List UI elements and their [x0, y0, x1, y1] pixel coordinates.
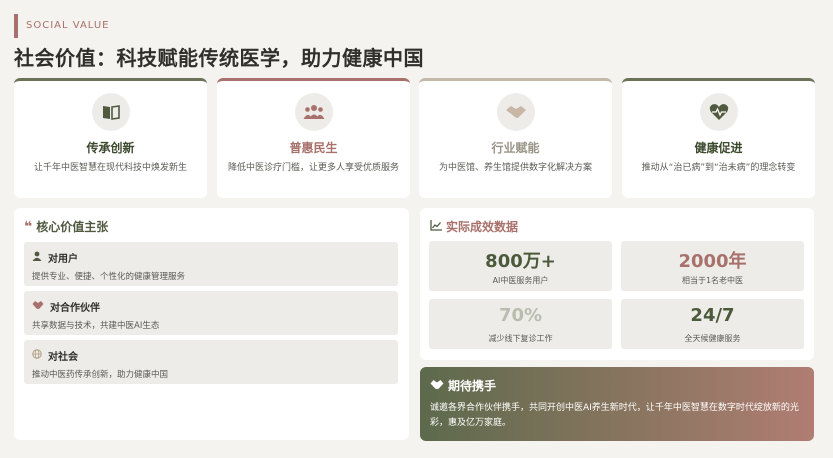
stat-value: 2000年	[678, 251, 747, 272]
panel-title: ❝ 核心价值主张	[24, 218, 108, 235]
cta-title: 期待携手	[430, 377, 496, 394]
cta-banner: 期待携手 诚邀各界合作伙伴携手，共同开创中医AI养生新时代，让千年中医智慧在数字…	[420, 367, 814, 441]
user-icon	[32, 251, 42, 264]
value-desc: 提供专业、便捷、个性化的健康管理服务	[32, 272, 186, 282]
cta-title-text: 期待携手	[448, 379, 497, 393]
stat-label: 减少线下复诊工作	[488, 334, 553, 343]
value-item-users: 对用户 提供专业、便捷、个性化的健康管理服务	[24, 242, 398, 286]
card-title: 普惠民生	[289, 141, 338, 155]
card-title: 行业赋能	[491, 141, 540, 155]
handshake-icon	[496, 93, 535, 131]
core-values-panel: ❝ 核心价值主张 对用户 提供专业、便捷、个性化的健康管理服务 对合作伙伴 共享…	[14, 208, 409, 440]
heart-pulse-icon	[699, 93, 738, 131]
stat-value: 800万+	[485, 251, 556, 272]
value-cards: 传承创新 让千年中医智慧在现代科技中焕发新生 普惠民生 降低中医诊疗门槛，让更多…	[14, 78, 815, 198]
handshake-icon	[430, 379, 444, 393]
accent-bar	[14, 14, 18, 38]
card-inheritance: 传承创新 让千年中医智慧在现代科技中焕发新生	[14, 78, 207, 198]
value-desc: 共享数据与技术，共建中医AI生态	[32, 321, 160, 331]
book-icon	[91, 93, 130, 131]
value-head: 对社会	[32, 348, 78, 363]
stat-users: 800万+ AI中医服务用户	[429, 241, 612, 291]
panel-title-text: 核心价值主张	[36, 220, 109, 234]
stat-reduction: 70% 减少线下复诊工作	[429, 299, 612, 349]
cta-text: 诚邀各界合作伙伴携手，共同开创中医AI养生新时代，让千年中医智慧在数字时代绽放新…	[430, 403, 799, 428]
page-title: 社会价值：科技赋能传统医学，助力健康中国	[14, 46, 424, 70]
globe-icon	[32, 349, 42, 362]
card-desc: 为中医馆、养生馆提供数字化解决方案	[438, 163, 592, 173]
stat-value: 70%	[498, 305, 543, 326]
card-title: 健康促进	[694, 141, 743, 155]
stat-label: AI中医服务用户	[492, 276, 549, 285]
value-desc: 推动中医药传承创新，助力健康中国	[32, 370, 169, 380]
stat-value: 24/7	[690, 305, 735, 326]
stat-label: 全天候健康服务	[684, 334, 741, 343]
value-title: 对社会	[48, 352, 78, 363]
value-head: 对合作伙伴	[32, 299, 100, 314]
page-header: SOCIAL VALUE 社会价值：科技赋能传统医学，助力健康中国	[14, 14, 814, 70]
card-desc: 让千年中医智慧在现代科技中焕发新生	[33, 163, 187, 173]
quote-icon: ❝	[24, 218, 33, 235]
stat-label: 相当于1名老中医	[681, 276, 744, 285]
stat-years: 2000年 相当于1名老中医	[621, 241, 804, 291]
handshake-icon	[32, 300, 44, 313]
card-title: 传承创新	[86, 141, 135, 155]
stat-availability: 24/7 全天候健康服务	[621, 299, 804, 349]
panel-title: 实际成效数据	[430, 218, 518, 235]
panel-title-text: 实际成效数据	[446, 220, 519, 234]
card-desc: 推动从“治已病”到“治未病”的理念转变	[641, 163, 796, 173]
value-item-society: 对社会 推动中医药传承创新，助力健康中国	[24, 340, 398, 384]
card-inclusive: 普惠民生 降低中医诊疗门槛，让更多人享受优质服务	[217, 78, 410, 198]
value-title: 对用户	[48, 254, 78, 265]
users-icon	[294, 93, 333, 131]
card-health: 健康促进 推动从“治已病”到“治未病”的理念转变	[622, 78, 815, 198]
section-eyebrow: SOCIAL VALUE	[26, 20, 110, 31]
chart-line-icon	[430, 219, 442, 234]
card-industry: 行业赋能 为中医馆、养生馆提供数字化解决方案	[419, 78, 612, 198]
value-head: 对用户	[32, 250, 78, 265]
results-panel: 实际成效数据 800万+ AI中医服务用户 2000年 相当于1名老中医 70%…	[420, 208, 814, 360]
value-item-partners: 对合作伙伴 共享数据与技术，共建中医AI生态	[24, 291, 398, 335]
card-desc: 降低中医诊疗门槛，让更多人享受优质服务	[227, 163, 399, 173]
value-title: 对合作伙伴	[50, 303, 100, 314]
